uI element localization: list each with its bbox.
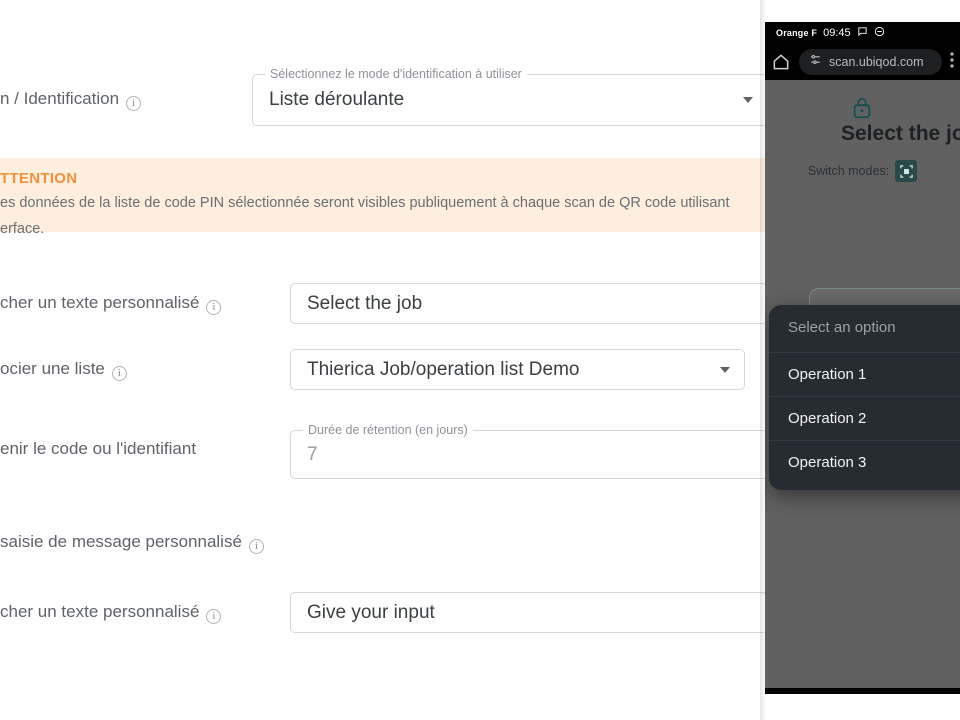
custom-text-value: Select the job (307, 292, 423, 314)
page-settings-icon[interactable] (809, 53, 822, 71)
identification-mode-legend: Sélectionnez le mode d'identification à … (265, 67, 527, 81)
home-icon[interactable] (771, 52, 791, 72)
chevron-down-icon[interactable] (743, 97, 753, 103)
carrier-label: Orange F (776, 28, 818, 38)
label-identification: n / Identification (0, 89, 120, 108)
retention-duration-legend: Durée de rétention (en jours) (303, 423, 473, 437)
lock-icon (851, 96, 873, 125)
identification-mode-value: Liste déroulante (269, 89, 405, 110)
dropdown-placeholder: Select an option (788, 319, 896, 336)
phone-webview: Select the job Switch modes: Select an o… (765, 80, 960, 688)
dropdown-option-2[interactable]: Operation 2 (769, 396, 960, 440)
attention-line-2: erface. (0, 221, 45, 237)
info-icon[interactable]: i (248, 539, 264, 554)
phone-preview: Orange F 09:45 scan.ubiqod.com Select th… (765, 22, 960, 694)
form-row-custom-text: cher un texte personnalisé i (0, 292, 222, 315)
info-icon[interactable]: i (126, 96, 142, 111)
info-icon[interactable]: i (206, 300, 222, 315)
associate-list-select[interactable]: Thierica Job/operation list Demo (290, 349, 745, 390)
custom-text-input[interactable]: Select the job (290, 283, 768, 324)
label-custom-text-2: cher un texte personnalisé (0, 602, 200, 621)
label-custom-text: cher un texte personnalisé (0, 293, 200, 312)
settings-form: n / Identification i Sélectionnez le mode… (0, 0, 768, 720)
attention-title: TTENTION (0, 170, 78, 187)
more-icon[interactable] (950, 51, 954, 73)
do-not-disturb-icon (874, 26, 885, 40)
label-custom-message: saisie de message personnalisé (0, 532, 242, 551)
clock-label: 09:45 (823, 27, 851, 39)
url-text: scan.ubiqod.com (829, 55, 924, 69)
identification-mode-select[interactable]: Sélectionnez le mode d'identification à … (252, 67, 768, 126)
retention-duration-input[interactable]: Durée de rétention (en jours) 7 (290, 423, 768, 479)
form-row-identification: n / Identification i (0, 88, 142, 111)
screen: n / Identification i Sélectionnez le mode… (0, 0, 960, 720)
dropdown-option-3[interactable]: Operation 3 (769, 440, 960, 484)
info-icon[interactable]: i (111, 366, 127, 381)
switch-modes-row: Switch modes: (765, 160, 960, 182)
browser-url-bar: scan.ubiqod.com (765, 44, 960, 80)
option-dropdown: Select an option Operation 1 Operation 2… (769, 305, 960, 490)
dropdown-option-1[interactable]: Operation 1 (769, 352, 960, 396)
attention-banner: TTENTION es données de la liste de code … (0, 158, 768, 237)
qr-code-icon[interactable] (895, 160, 918, 182)
associate-list-value: Thierica Job/operation list Demo (307, 358, 580, 380)
phone-status-bar: Orange F 09:45 (765, 22, 960, 44)
retention-duration-value: 7 (307, 443, 318, 465)
form-row-associate-list: ocier une liste i (0, 358, 127, 381)
page-title: Select the job (841, 122, 960, 145)
form-row-retention: enir le code ou l'identifiant (0, 438, 196, 460)
attention-line-1: es données de la liste de code PIN sélec… (0, 195, 730, 211)
label-associate-list: ocier une liste (0, 359, 105, 378)
custom-text-2-input[interactable]: Give your input (290, 592, 768, 633)
info-icon[interactable]: i (206, 609, 222, 624)
omnibox[interactable]: scan.ubiqod.com (799, 49, 942, 75)
form-row-custom-text-2: cher un texte personnalisé i (0, 601, 222, 624)
chat-bubble-icon (857, 26, 868, 40)
custom-text-2-value: Give your input (307, 601, 435, 623)
chevron-down-icon[interactable] (720, 366, 730, 373)
form-row-custom-message: saisie de message personnalisé i (0, 531, 264, 554)
label-retention: enir le code ou l'identifiant (0, 439, 197, 458)
phone-nav-bar: ||| (765, 688, 960, 694)
switch-modes-label: Switch modes: (807, 164, 890, 178)
